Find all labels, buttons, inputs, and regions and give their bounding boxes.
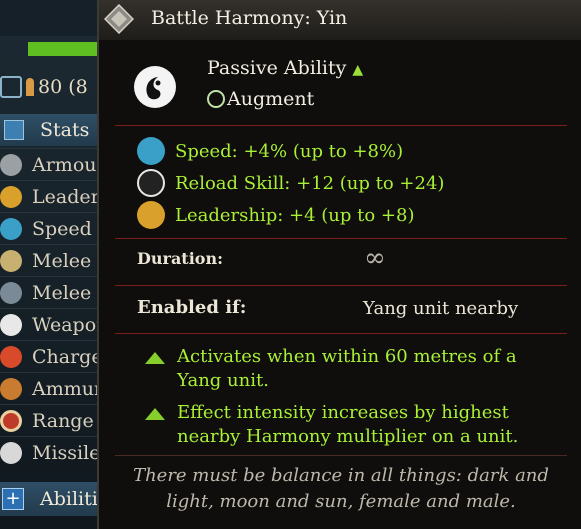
unit-type-icon <box>0 76 22 98</box>
unit-count-value: 80 (8 <box>38 76 88 98</box>
speed-icon <box>137 137 165 165</box>
stat-label: Speed <box>32 218 92 240</box>
stat-label: Missile <box>32 442 101 464</box>
melee-attack-icon <box>0 250 22 272</box>
stat-row-missile[interactable]: Missile <box>0 436 110 469</box>
ability-type-label: Passive Ability <box>207 57 347 79</box>
tooltip-title: Battle Harmony: Yin <box>151 7 348 29</box>
leadership-icon <box>0 186 22 208</box>
stat-row-melee-defence[interactable]: Melee D <box>0 276 113 309</box>
range-icon <box>0 410 22 432</box>
stats-header-label: Stats <box>40 119 90 141</box>
bullet-triangle-icon <box>145 408 165 420</box>
missile-icon <box>0 442 22 464</box>
unit-count: 80 (8 <box>0 72 88 102</box>
effect-text: Leadership: +4 (up to +8) <box>175 204 415 226</box>
stat-row-range[interactable]: Range <box>0 404 110 437</box>
divider <box>115 285 567 286</box>
ammunition-icon <box>0 378 22 400</box>
stat-label: Charge <box>32 346 103 368</box>
tooltip-header: Battle Harmony: Yin <box>99 0 581 40</box>
speed-icon <box>0 218 22 240</box>
effect-leadership: Leadership: +4 (up to +8) <box>137 201 414 229</box>
weapon-strength-icon <box>0 314 22 336</box>
stat-label: Range <box>32 410 94 432</box>
augment-icon <box>207 90 225 108</box>
stat-row-leadership[interactable]: Leaders <box>0 180 110 213</box>
ability-tooltip: Battle Harmony: Yin Passive Ability ▲ Au… <box>97 0 581 529</box>
effect-reload: Reload Skill: +12 (up to +24) <box>137 169 444 197</box>
effect-speed: Speed: +4% (up to +8%) <box>137 137 403 165</box>
stats-header[interactable]: Stats <box>0 114 110 146</box>
unit-panel: 80 (8 Stats Armour Leaders Speed Melee A… <box>0 0 120 529</box>
bullet-text: Activates when within 60 metres of a Yan… <box>177 346 517 391</box>
passive-icon: ▲ <box>352 62 364 78</box>
bullet-text: Effect intensity increases by highest ne… <box>177 402 519 447</box>
ability-subtype: Augment <box>207 88 314 110</box>
bullet-triangle-icon <box>145 352 165 364</box>
soldier-icon <box>26 78 34 96</box>
ability-subtype-label: Augment <box>227 88 315 110</box>
expand-icon[interactable]: + <box>2 488 24 510</box>
melee-defence-icon <box>0 282 22 304</box>
unit-panel-top <box>0 0 110 36</box>
armour-icon <box>0 154 22 176</box>
abilities-header[interactable]: + Abiliti <box>0 482 110 516</box>
bullet-item: Activates when within 60 metres of a Yan… <box>145 345 555 393</box>
enabled-if-value: Yang unit nearby <box>363 298 519 319</box>
stat-label: Armour <box>32 154 106 176</box>
divider <box>115 455 567 456</box>
health-bar <box>28 42 98 56</box>
stat-row-charge[interactable]: Charge <box>0 340 110 373</box>
duration-label: Duration: <box>137 249 223 268</box>
ability-type: Passive Ability ▲ <box>207 57 363 79</box>
effect-text: Reload Skill: +12 (up to +24) <box>175 172 445 194</box>
divider <box>115 125 567 126</box>
divider <box>115 333 567 334</box>
stat-row-ammunition[interactable]: Ammunit <box>0 372 120 405</box>
duration-value: ∞ <box>364 243 386 273</box>
enabled-if-label: Enabled if: <box>137 297 247 318</box>
yin-ability-icon <box>134 66 176 108</box>
flavor-text: There must be balance in all things: dar… <box>133 465 549 512</box>
bullet-item: Effect intensity increases by highest ne… <box>145 401 555 449</box>
reload-icon <box>137 169 165 197</box>
ability-diamond-icon <box>104 4 134 34</box>
collapse-icon[interactable] <box>4 120 24 140</box>
stat-row-weapon-strength[interactable]: Weapon <box>0 308 110 341</box>
stat-row-speed[interactable]: Speed <box>0 212 110 245</box>
charge-icon <box>0 346 22 368</box>
divider <box>115 238 567 239</box>
stat-row-armour[interactable]: Armour <box>0 148 110 181</box>
leadership-icon <box>137 201 165 229</box>
abilities-header-label: Abiliti <box>40 488 98 510</box>
stat-row-melee-attack[interactable]: Melee A <box>0 244 111 277</box>
effect-text: Speed: +4% (up to +8%) <box>175 140 404 162</box>
